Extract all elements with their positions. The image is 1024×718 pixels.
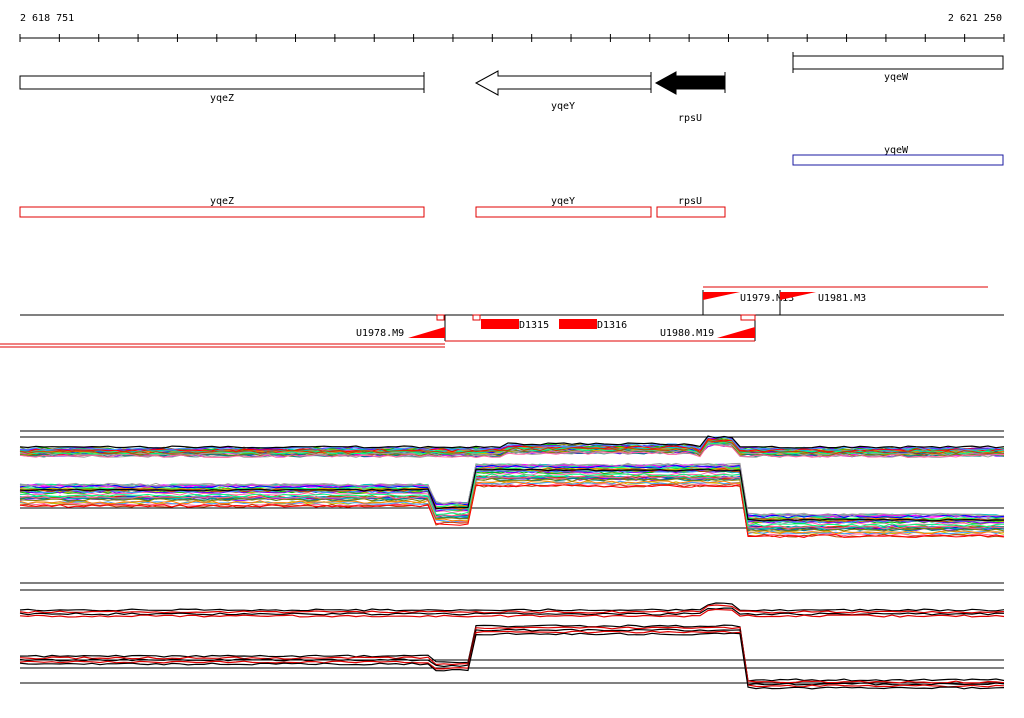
transcript-U1978-M9[interactable]: U1978.M9 [356,327,445,339]
transcript-track: U1979.M13 U1981.M3 U1978.M9 D1315 D1316 … [0,286,1004,348]
ruler-start-label: 2 618 751 [20,13,75,24]
transcript-U1980-M19[interactable]: U1980.M19 [660,327,755,339]
svg-text:U1980.M19: U1980.M19 [660,328,714,339]
summary-frame-lines [20,582,1004,684]
svg-text:U1981.M3: U1981.M3 [818,293,866,304]
svg-text:D1315: D1315 [519,320,549,331]
blue-annotation-track: yqeW [792,145,1004,166]
svg-text:yqeY: yqeY [551,196,575,207]
red-feature-yqeY[interactable]: yqeY [475,196,652,218]
gene-label-yqeY: yqeY [551,101,575,112]
red-feature-yqeZ[interactable]: yqeZ [19,196,425,218]
gene-rpsU[interactable]: rpsU [654,71,726,124]
profile-line [19,604,1005,614]
red-annotation-track: yqeZ yqeY rpsU [19,196,726,218]
red-feature-rpsU[interactable]: rpsU [656,196,726,218]
gene-yqeZ[interactable]: yqeZ [19,72,425,104]
transcript-D1316[interactable]: D1316 [559,319,627,331]
profile-line [19,602,1005,612]
svg-text:yqeZ: yqeZ [210,196,234,207]
svg-text:rpsU: rpsU [678,196,702,207]
svg-text:D1316: D1316 [597,320,627,331]
gene-yqeY[interactable]: yqeY [474,70,652,112]
svg-text:yqeW: yqeW [884,145,909,156]
profile-lines-multicolor [19,435,1005,539]
gene-label-yqeW: yqeW [884,72,909,83]
genome-canvas: yqeZ yqeY rpsU yqeW yqeW yqeZ yqeY rpsU … [0,34,1005,690]
gene-label-yqeZ: yqeZ [210,93,234,104]
blue-feature-yqeW[interactable]: yqeW [792,145,1004,166]
genome-browser-view: 2 618 751 2 621 250 yqeZ yqeY rpsU yqeW … [0,0,1024,714]
gene-label-rpsU: rpsU [678,113,702,124]
gene-track: yqeZ yqeY rpsU yqeW [19,52,1004,124]
profile-lines-summary [19,602,1005,690]
transcript-D1315[interactable]: D1315 [481,319,549,331]
gene-yqeW[interactable]: yqeW [792,52,1004,83]
svg-text:U1978.M9: U1978.M9 [356,328,404,339]
expression-profiles-summary [19,582,1005,690]
ruler-end-label: 2 621 250 [947,13,1002,24]
expression-profiles-multicolor [19,430,1005,539]
profile-line [19,626,1005,684]
position-ruler [19,34,1005,42]
